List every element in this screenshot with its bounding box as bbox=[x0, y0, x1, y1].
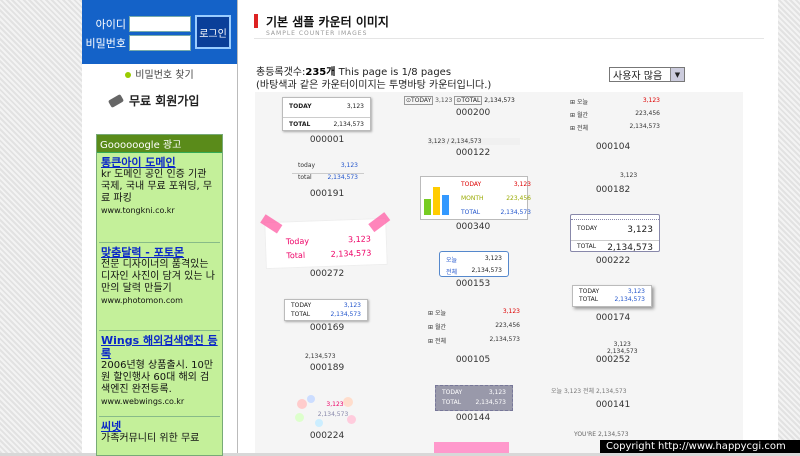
ad-title[interactable]: 맞춤달력 - 포토몬 bbox=[101, 246, 218, 259]
ad-desc: 2006년형 상품출시. 10만원 할인행사 60대 해외 검색엔진 완전등록. bbox=[101, 360, 214, 395]
login-button[interactable]: 로그인 bbox=[195, 15, 231, 49]
ad-desc: 가족커뮤니티 위한 무료 bbox=[101, 433, 200, 444]
bar-chart-icon bbox=[424, 183, 450, 215]
counter-image[interactable]: TODAY 3,123 TOTAL 2,134,573 bbox=[282, 97, 371, 131]
main-content: 기본 샘플 카운터 이미지 SAMPLE COUNTER IMAGES 총등록갯… bbox=[238, 0, 778, 453]
sidebar: 아이디 비밀번호 로그인 비밀번호 찾기 무료 회원가입 Goooooogle … bbox=[82, 0, 238, 456]
counter-image[interactable]: TODAY 3,123 TOTAL 2,134,573 bbox=[284, 299, 368, 321]
ad-desc: 전문 디자이너의 품격있는 디자인 사진이 담겨 있는 나만의 달력 만들기 bbox=[101, 259, 215, 294]
ad-title[interactable]: 씨넷 bbox=[101, 420, 218, 433]
counter-id[interactable]: 000105 bbox=[423, 355, 523, 365]
counter-image[interactable] bbox=[434, 442, 509, 453]
counter-image[interactable]: TODAY 3,123 TOTAL 2,134,573 bbox=[570, 214, 660, 253]
counter-id[interactable]: 000174 bbox=[563, 313, 663, 323]
counter-image[interactable]: 3,123 2,134,573 bbox=[293, 393, 361, 431]
ad-url[interactable]: www.webwings.co.kr bbox=[101, 397, 218, 406]
counter-id[interactable]: 000169 bbox=[277, 323, 377, 333]
find-password-link[interactable]: 비밀번호 찾기 bbox=[82, 66, 237, 81]
copyright-bar: Copyright http://www.happycgi.com bbox=[600, 440, 800, 453]
ad-item[interactable]: Wings 해외검색엔진 등록 2006년형 상품출시. 10만원 할인행사 6… bbox=[99, 331, 220, 417]
counter-image[interactable]: ⊞ 오늘 3,123 ⊞ 월간 223,456 ⊞ 전체 2,134,573 bbox=[428, 308, 520, 345]
counter-id[interactable]: 000144 bbox=[423, 413, 523, 423]
counter-image[interactable]: 오늘 3,123 전체 2,134,573 bbox=[551, 386, 663, 395]
page-background-left bbox=[0, 0, 82, 453]
page-subtitle: SAMPLE COUNTER IMAGES bbox=[266, 30, 368, 37]
page-background-right bbox=[778, 0, 800, 453]
counter-image[interactable]: 오늘 3,123 전체 2,134,573 bbox=[439, 251, 509, 277]
join-button[interactable]: 무료 회원가입 bbox=[107, 90, 217, 110]
counter-id[interactable]: 000001 bbox=[277, 135, 377, 145]
counter-id[interactable]: 000141 bbox=[563, 400, 663, 410]
counter-id[interactable]: 000224 bbox=[277, 431, 377, 441]
counter-id[interactable]: 000191 bbox=[277, 189, 377, 199]
ad-desc: kr 도메인 공인 인증 기관 국제, 국내 무료 포워딩, 무료 파킹 bbox=[101, 169, 213, 204]
counter-id[interactable]: 000200 bbox=[423, 108, 523, 118]
ad-title[interactable]: 통큰아이 도메인 bbox=[101, 156, 218, 169]
ad-item[interactable]: 씨넷 가족커뮤니티 위한 무료 bbox=[99, 417, 220, 449]
counter-image[interactable]: TODAY 3,123 TOTAL 2,134,573 bbox=[435, 385, 513, 411]
chevron-down-icon[interactable]: ▼ bbox=[670, 68, 684, 81]
counter-image[interactable]: 3,123 2,134,573 bbox=[607, 341, 638, 355]
counter-image[interactable]: today 3,123 total 2,134,573 bbox=[292, 162, 364, 181]
counter-image[interactable]: 3,123 bbox=[620, 172, 637, 179]
counter-image[interactable]: TODAY 3,123 TOTAL 2,134,573 bbox=[572, 285, 652, 307]
ad-title[interactable]: Wings 해외검색엔진 등록 bbox=[101, 334, 218, 360]
counter-grid: TODAY 3,123 TOTAL 2,134,573 000001 ⊙TODAY … bbox=[255, 92, 743, 453]
ad-url[interactable]: www.tongkni.co.kr bbox=[101, 206, 218, 215]
bullet-icon bbox=[125, 72, 132, 78]
counter-image[interactable]: ⊙TODAY 3,123 ⊙TOTAL 2,134,573 bbox=[404, 96, 544, 107]
pw-label: 비밀번호 bbox=[85, 37, 126, 50]
counter-id[interactable]: 000153 bbox=[423, 279, 523, 289]
counter-image[interactable]: 3,123 / 2,134,573 bbox=[428, 138, 520, 145]
counter-id[interactable]: 000189 bbox=[277, 363, 377, 373]
sort-select[interactable]: 사용자 많음 ▼ bbox=[609, 67, 685, 82]
brush-icon bbox=[107, 91, 125, 109]
counter-image[interactable]: YOU'RE 2,134,573 bbox=[574, 431, 629, 438]
counter-image[interactable]: ⊞ 오늘 3,123 ⊞ 월간 223,456 ⊞ 전체 2,134,573 bbox=[570, 97, 660, 132]
counter-image[interactable]: Today 3,123 Total 2,134,573 bbox=[260, 212, 391, 270]
transparent-note: (바탕색과 같은 카운터이미지는 투명바탕 카운터입니다.) bbox=[256, 80, 492, 91]
counter-id[interactable]: 000252 bbox=[563, 355, 663, 365]
tape-icon bbox=[260, 214, 283, 234]
counter-id[interactable]: 000222 bbox=[563, 256, 663, 266]
page-title: 기본 샘플 카운터 이미지 bbox=[266, 15, 389, 29]
ad-url[interactable]: www.photomon.com bbox=[101, 296, 218, 305]
counter-image[interactable]: TODAY 3,123 MONTH 223,456 TOTAL 2,134,573 bbox=[420, 176, 531, 220]
ads-header: Goooooogle 광고 bbox=[97, 135, 222, 153]
google-ads: Goooooogle 광고 통큰아이 도메인 kr 도메인 공인 인증 기관 국… bbox=[96, 134, 223, 456]
ad-item[interactable]: 통큰아이 도메인 kr 도메인 공인 인증 기관 국제, 국내 무료 포워딩, … bbox=[99, 153, 220, 243]
tape-icon bbox=[368, 212, 391, 233]
id-label: 아이디 bbox=[95, 18, 126, 31]
counter-id[interactable]: 000122 bbox=[423, 148, 523, 158]
counter-id[interactable]: 000104 bbox=[563, 142, 663, 152]
counter-image[interactable]: 2,134,573 bbox=[305, 353, 336, 360]
title-bar-icon bbox=[254, 14, 258, 28]
ad-item[interactable]: 맞춤달력 - 포토몬 전문 디자이너의 품격있는 디자인 사진이 담겨 있는 나… bbox=[99, 243, 220, 331]
counter-id[interactable]: 000272 bbox=[277, 269, 377, 279]
login-box: 아이디 비밀번호 로그인 bbox=[82, 0, 237, 64]
password-input[interactable] bbox=[129, 35, 191, 51]
id-input[interactable] bbox=[129, 16, 191, 32]
counter-id[interactable]: 000340 bbox=[423, 222, 523, 232]
counter-id[interactable]: 000182 bbox=[563, 185, 663, 195]
divider bbox=[254, 38, 764, 39]
